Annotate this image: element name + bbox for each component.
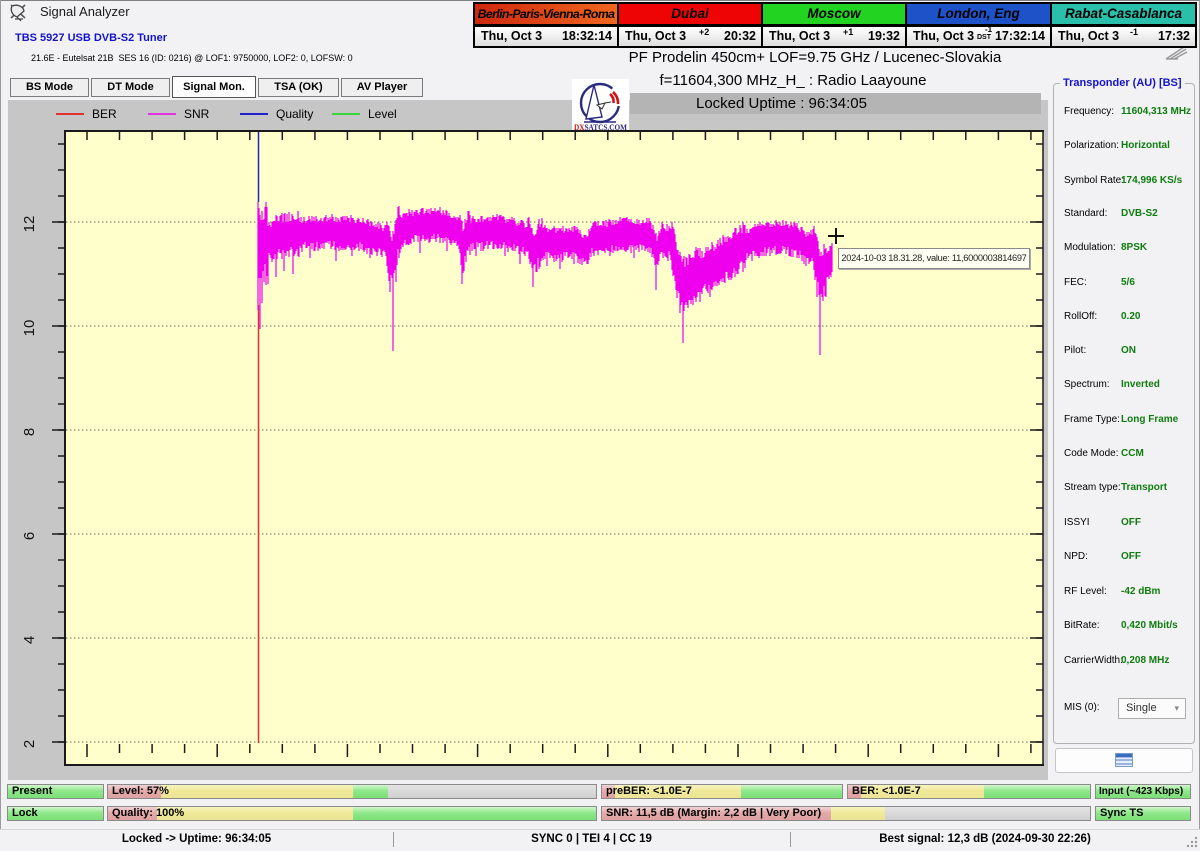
svg-text:8: 8 [21,428,38,436]
svg-text:6: 6 [21,532,38,540]
svg-text:12: 12 [21,216,38,233]
svg-text:4: 4 [21,636,38,644]
svg-text:10: 10 [21,320,38,337]
svg-text:2: 2 [21,740,38,748]
